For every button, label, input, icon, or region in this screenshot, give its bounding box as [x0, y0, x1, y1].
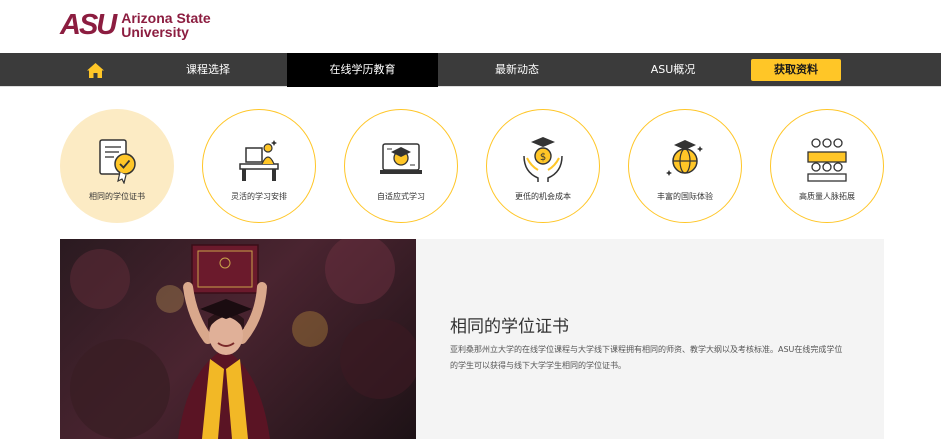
- certificate-icon: [99, 139, 136, 184]
- logo-text: Arizona State University: [121, 11, 210, 39]
- network-people-icon: [807, 138, 847, 182]
- detail-description: 亚利桑那州立大学的在线学位课程与大学线下课程拥有相同的师资、教学大纲以及考核标准…: [450, 345, 843, 370]
- svg-text:$: $: [540, 152, 546, 163]
- feature-label: 更低的机会成本: [515, 192, 571, 201]
- asu-logo[interactable]: ASU Arizona State University: [60, 10, 211, 40]
- feature-label: 相同的学位证书: [89, 192, 145, 201]
- home-icon: [86, 62, 104, 78]
- feature-label: 自适应式学习: [377, 192, 425, 201]
- feature-adaptive-learning[interactable]: 自适应式学习: [344, 109, 458, 223]
- feature-international[interactable]: 丰富的国际体验: [628, 109, 742, 223]
- online-learning-icon: [380, 143, 422, 174]
- logo-mark: ASU: [60, 9, 117, 41]
- feature-label: 灵活的学习安排: [231, 192, 287, 201]
- feature-label: 丰富的国际体验: [657, 192, 713, 201]
- detail-title: 相同的学位证书: [450, 317, 569, 337]
- detail-text-panel: 相同的学位证书 亚利桑那州立大学的在线学位课程与大学线下课程拥有相同的师资、教学…: [416, 239, 884, 439]
- globe-graduation-icon: [666, 140, 703, 176]
- nav-item-news[interactable]: 最新动态: [455, 53, 579, 87]
- hands-money-icon: $: [523, 137, 563, 182]
- nav-item-courses[interactable]: 课程选择: [146, 53, 270, 87]
- graduation-photo: [60, 239, 416, 439]
- main-nav: 课程选择 在线学历教育 最新动态 ASU概况 获取资料: [0, 53, 941, 87]
- feature-detail: 相同的学位证书 亚利桑那州立大学的在线学位课程与大学线下课程拥有相同的师资、教学…: [60, 239, 884, 439]
- feature-flexible-schedule[interactable]: 灵活的学习安排: [202, 109, 316, 223]
- feature-label: 高质量人脉拓展: [799, 192, 855, 201]
- graduate-illustration: [70, 239, 416, 439]
- logo-name-line1: Arizona State: [121, 10, 211, 26]
- get-info-button[interactable]: 获取资料: [751, 59, 841, 81]
- logo-name-line2: University: [121, 24, 189, 40]
- nav-item-about[interactable]: ASU概况: [611, 53, 735, 87]
- feature-lower-cost[interactable]: $ 更低的机会成本: [486, 109, 600, 223]
- site-header: ASU Arizona State University: [0, 0, 941, 53]
- nav-item-online-degree[interactable]: 在线学历教育: [287, 53, 438, 87]
- nav-home[interactable]: [84, 53, 106, 87]
- feature-networking[interactable]: 高质量人脉拓展: [770, 109, 884, 223]
- feature-list: 相同的学位证书 灵活的学习安排 自适应式学习 $ 更低的机会成本 丰富的国际体验…: [0, 87, 941, 239]
- feature-same-degree[interactable]: 相同的学位证书: [60, 109, 174, 223]
- study-desk-icon: [239, 140, 279, 181]
